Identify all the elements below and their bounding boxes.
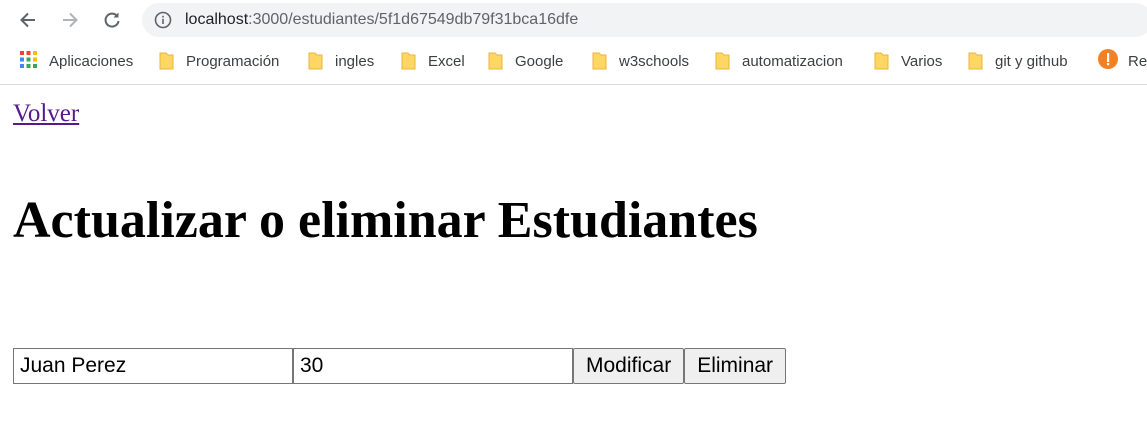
folder-icon bbox=[308, 52, 323, 70]
page-title: Actualizar o eliminar Estudiantes bbox=[13, 192, 758, 249]
delete-button[interactable]: Eliminar bbox=[684, 348, 787, 384]
orange-site-icon bbox=[1098, 49, 1118, 73]
browser-toolbar: localhost:3000/estudiantes/5f1d67549db79… bbox=[0, 0, 1147, 40]
folder-icon bbox=[159, 52, 174, 70]
folder-icon bbox=[488, 52, 503, 70]
folder-icon bbox=[715, 52, 730, 70]
bookmark-label: ingles bbox=[335, 52, 375, 70]
back-arrow-icon[interactable] bbox=[14, 6, 42, 34]
bookmark-label: git y github bbox=[995, 52, 1068, 70]
bookmark-re[interactable]: Re bbox=[1098, 49, 1147, 73]
bookmarks-bar: Aplicaciones Programación ingles Excel G… bbox=[0, 40, 1147, 85]
name-input[interactable] bbox=[13, 348, 293, 384]
student-form: Modificar Eliminar bbox=[13, 348, 787, 384]
folder-icon bbox=[401, 52, 416, 70]
info-icon[interactable] bbox=[154, 11, 172, 29]
address-bar[interactable]: localhost:3000/estudiantes/5f1d67549db79… bbox=[142, 3, 1147, 37]
age-input[interactable] bbox=[293, 348, 573, 384]
bookmark-excel[interactable]: Excel bbox=[401, 50, 465, 72]
bookmark-aplicaciones[interactable]: Aplicaciones bbox=[20, 50, 133, 72]
folder-icon bbox=[592, 52, 607, 70]
bookmark-programacion[interactable]: Programación bbox=[159, 50, 279, 72]
bookmark-ingles[interactable]: ingles bbox=[308, 50, 374, 72]
bookmark-label: Re bbox=[1128, 52, 1147, 70]
url-text[interactable]: localhost:3000/estudiantes/5f1d67549db79… bbox=[185, 10, 578, 30]
bookmark-varios[interactable]: Varios bbox=[874, 50, 942, 72]
reload-icon[interactable] bbox=[98, 6, 126, 34]
bookmark-git-y-github[interactable]: git y github bbox=[968, 50, 1068, 72]
url-host: localhost bbox=[185, 11, 249, 28]
bookmark-label: Varios bbox=[901, 52, 943, 70]
folder-icon bbox=[874, 52, 889, 70]
bookmark-label: Google bbox=[515, 52, 564, 70]
bookmark-w3schools[interactable]: w3schools bbox=[592, 50, 689, 72]
bookmark-google[interactable]: Google bbox=[488, 50, 563, 72]
page-content: Volver Actualizar o eliminar Estudiantes… bbox=[0, 85, 1147, 447]
back-link[interactable]: Volver bbox=[13, 99, 79, 129]
apps-grid-icon bbox=[20, 50, 37, 72]
bookmark-label: Programación bbox=[186, 52, 280, 70]
url-path: :3000/estudiantes/5f1d67549db79f31bca16d… bbox=[248, 11, 579, 28]
modify-button[interactable]: Modificar bbox=[573, 348, 685, 384]
bookmark-label: automatizacion bbox=[742, 52, 843, 70]
forward-arrow-icon[interactable] bbox=[56, 6, 84, 34]
bookmark-automatizacion[interactable]: automatizacion bbox=[715, 50, 843, 72]
folder-icon bbox=[968, 52, 983, 70]
bookmark-label: w3schools bbox=[619, 52, 690, 70]
bookmark-label: Aplicaciones bbox=[49, 52, 134, 70]
bookmark-label: Excel bbox=[428, 52, 465, 70]
